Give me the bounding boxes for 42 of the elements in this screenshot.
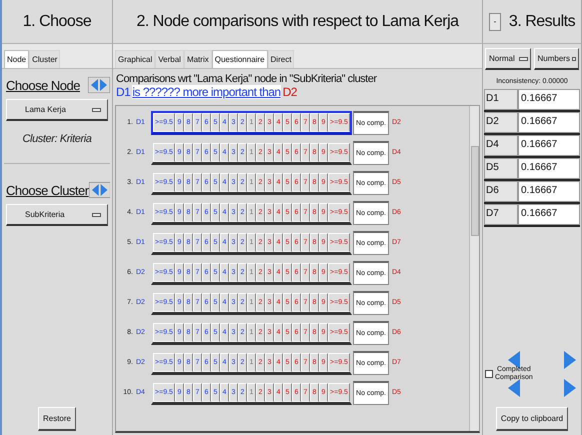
choose-cluster-label: Choose Cluster	[6, 182, 89, 198]
tab[interactable]: Questionnaire	[212, 50, 268, 68]
result-name: D2	[484, 112, 518, 133]
result-name: D6	[484, 181, 518, 202]
cluster-dropdown[interactable]: SubKriteria	[6, 204, 108, 226]
left-right-arrows-icon[interactable]	[88, 182, 110, 198]
result-name: D5	[484, 158, 518, 179]
result-value: 0.16667	[518, 112, 580, 133]
choose-node-label: Choose Node	[6, 78, 80, 92]
panel-title: 1. Choose	[22, 12, 92, 30]
comparison-heading: Comparisons wrt "Lama Kerja" node in "SubKriteria" cluster	[115, 72, 378, 85]
tab[interactable]: Graphical	[115, 50, 156, 68]
result-name: D4	[484, 135, 518, 156]
tab[interactable]: Verbal	[155, 50, 184, 68]
dropdown[interactable]: Normal	[485, 48, 530, 70]
result-name: D1	[484, 89, 518, 110]
scrollbar[interactable]	[469, 106, 479, 431]
panel-title: 3. Results	[508, 12, 576, 30]
collapse-button[interactable]: -	[488, 12, 501, 30]
result-value: 0.16667	[518, 158, 580, 179]
right-node-label: D2	[282, 85, 297, 99]
node-dropdown[interactable]: Lama Kerja	[6, 99, 108, 121]
tab[interactable]: Cluster	[29, 50, 60, 68]
question-link[interactable]: is ?????? more important than	[132, 85, 281, 99]
tab[interactable]: Direct	[268, 50, 294, 68]
result-value: 0.16667	[518, 181, 580, 202]
left-right-arrows-icon[interactable]	[88, 77, 110, 93]
checkbox[interactable]	[485, 370, 493, 378]
result-value: 0.16667	[518, 135, 580, 156]
right-arrow-icon	[563, 350, 577, 370]
restore-button[interactable]: Restore	[38, 407, 76, 431]
tab[interactable]: Node	[4, 50, 30, 68]
result-value: 0.16667	[518, 89, 580, 110]
cluster-label: Cluster: Kriteria	[22, 132, 92, 147]
left-node-label: D1	[116, 85, 130, 99]
tab[interactable]: Matrix	[184, 50, 212, 68]
result-name: D7	[484, 204, 518, 225]
right-arrow-icon	[563, 378, 577, 398]
copy-button[interactable]: Copy to clipboard	[496, 407, 568, 431]
dropdown[interactable]: Numbers	[534, 48, 579, 70]
result-value: 0.16667	[518, 204, 580, 225]
panel-title: 2. Node comparisons with respect to Lama Kerja	[136, 12, 459, 30]
